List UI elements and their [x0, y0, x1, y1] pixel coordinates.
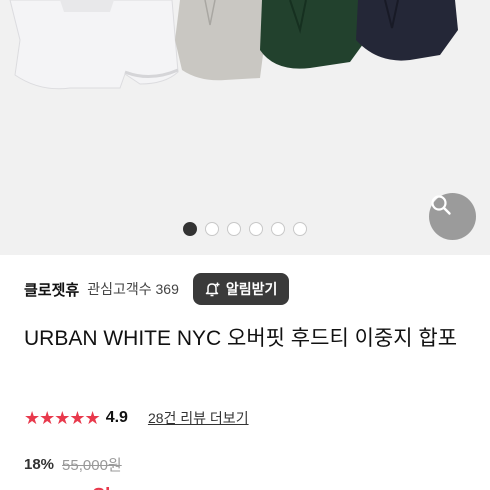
- seller-name[interactable]: 클로젯휴: [24, 279, 79, 300]
- gallery-dot[interactable]: [227, 222, 241, 236]
- price-row: 18% 55,000원: [24, 452, 122, 476]
- product-title: URBAN WHITE NYC 오버핏 후드티 이중지 합포: [24, 327, 458, 350]
- alert-button-label: 알림받기: [225, 281, 278, 297]
- rating-score: 4.9: [105, 409, 128, 426]
- alert-button[interactable]: 알림받기: [192, 273, 290, 305]
- rating-stars: ★★★★★: [24, 407, 101, 428]
- follower-count: 관심고객수 369: [87, 281, 179, 297]
- search-icon: [431, 195, 451, 215]
- discount-rate: 18%: [24, 455, 55, 473]
- product-image-gallery[interactable]: [0, 0, 490, 255]
- rating-row: ★★★★★ 4.9 28건 리뷰 더보기: [24, 406, 249, 430]
- gallery-dot[interactable]: [205, 222, 219, 236]
- bell-plus-icon: [205, 282, 220, 297]
- original-price: 55,000원: [62, 456, 122, 474]
- gallery-dot[interactable]: [293, 222, 307, 236]
- zoom-button[interactable]: [429, 193, 476, 240]
- seller-row: 클로젯휴 관심고객수 369 알림받기: [24, 273, 464, 305]
- final-price: 45,000원: [24, 481, 112, 490]
- gallery-dot[interactable]: [271, 222, 285, 236]
- reviews-link[interactable]: 28건 리뷰 더보기: [148, 408, 249, 428]
- gallery-dot[interactable]: [183, 222, 197, 236]
- gallery-pagination: [183, 222, 307, 236]
- product-image: [9, 0, 458, 90]
- gallery-dot[interactable]: [249, 222, 263, 236]
